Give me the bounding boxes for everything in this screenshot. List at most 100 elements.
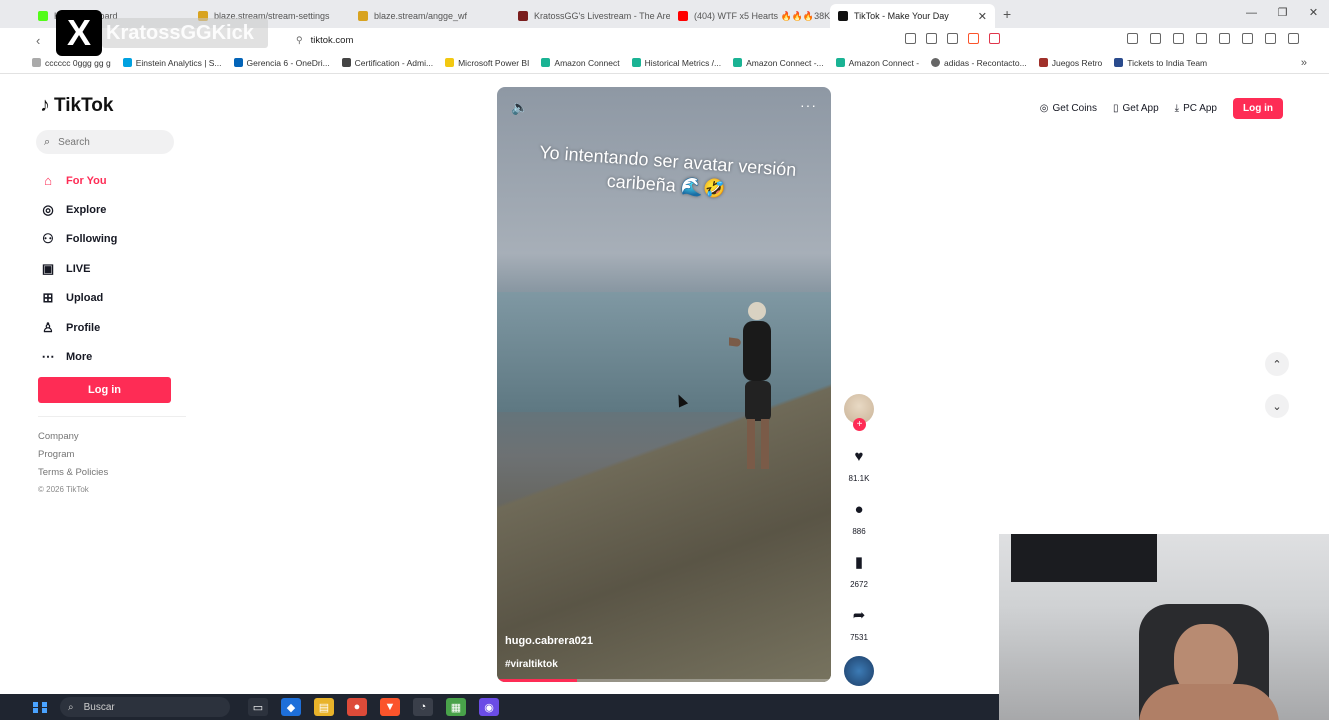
- cloud-icon: [541, 58, 551, 67]
- bookmark[interactable]: Certification - Admi...: [341, 58, 433, 68]
- back-arrow-icon[interactable]: ‹: [36, 33, 40, 48]
- search-box[interactable]: ⌕: [36, 130, 174, 154]
- video-author[interactable]: hugo.cabrera021: [505, 635, 593, 647]
- share-icon[interactable]: [947, 33, 958, 44]
- bookmark[interactable]: Amazon Connect -...: [733, 58, 824, 68]
- obs-icon[interactable]: ◔: [413, 698, 433, 716]
- bookmark-label: Amazon Connect: [554, 57, 620, 68]
- like-button[interactable]: ♥ 81.1K: [849, 448, 870, 483]
- bookmark[interactable]: Tickets to India Team: [1114, 58, 1207, 68]
- brave-shield-icon[interactable]: [968, 33, 979, 44]
- volume-icon[interactable]: 🔈: [511, 99, 528, 116]
- sidebar-item-upload[interactable]: ⊞ Upload: [40, 284, 117, 313]
- site-settings-icon[interactable]: ⚲: [296, 35, 303, 46]
- bookmark-label: Microsoft Power BI: [458, 57, 530, 68]
- edge-icon[interactable]: ◆: [281, 698, 301, 716]
- bookmark-label: adidas - Recontacto...: [944, 57, 1027, 68]
- file-explorer-icon[interactable]: ▤: [314, 698, 334, 716]
- share-button[interactable]: ➦ 7531: [850, 607, 868, 642]
- sidebar-item-following[interactable]: ⚇ Following: [40, 225, 117, 254]
- vpn-icon[interactable]: [1265, 33, 1276, 44]
- save-button[interactable]: ▮ 2672: [850, 554, 868, 589]
- browser-tab[interactable]: blaze.stream/angge_wf: [350, 4, 510, 28]
- comment-button[interactable]: ● 886: [850, 501, 868, 536]
- bookmark[interactable]: Historical Metrics /...: [631, 58, 721, 68]
- sidebar-login-button[interactable]: Log in: [38, 377, 171, 403]
- video-player[interactable]: Yo intentando ser avatar versión caribeñ…: [497, 87, 831, 682]
- salesforce-icon: [122, 58, 132, 67]
- browser-tab[interactable]: (404) WTF x5 Hearts 🔥🔥🔥38Kills U: [670, 4, 830, 28]
- sidebar-item-live[interactable]: ▣ LIVE: [40, 254, 117, 283]
- app-icon[interactable]: ◉: [479, 698, 499, 716]
- phone-icon: ▯: [1113, 103, 1119, 114]
- bookmark[interactable]: Microsoft Power BI: [445, 58, 529, 68]
- task-view-icon[interactable]: ▭: [248, 698, 268, 716]
- extension-icon[interactable]: [1150, 33, 1161, 44]
- onedrive-icon: [233, 58, 243, 67]
- extension-icon[interactable]: [1127, 33, 1138, 44]
- leo-icon[interactable]: [1242, 33, 1253, 44]
- chevron-down-icon: ⌄: [1272, 400, 1282, 413]
- header-login-button[interactable]: Log in: [1233, 98, 1283, 119]
- footer-link-program[interactable]: Program: [38, 449, 108, 467]
- tab-close-icon[interactable]: ✕: [978, 10, 987, 23]
- bookmark[interactable]: Gerencia 6 - OneDri...: [233, 58, 330, 68]
- new-tab-button[interactable]: +: [995, 6, 1019, 22]
- window-controls: — ❐ ✕: [1236, 0, 1329, 28]
- minimize-button[interactable]: —: [1236, 0, 1267, 28]
- windows-start-icon[interactable]: [30, 696, 52, 718]
- pc-app-button[interactable]: ⤓ PC App: [1175, 103, 1217, 114]
- brave-icon[interactable]: ▼: [380, 698, 400, 716]
- get-app-button[interactable]: ▯ Get App: [1113, 103, 1159, 114]
- chrome-icon[interactable]: ●: [347, 698, 367, 716]
- folder-icon: [32, 58, 41, 67]
- cast-icon[interactable]: [926, 33, 937, 44]
- maximize-button[interactable]: ❐: [1267, 0, 1298, 28]
- compass-icon: ◎: [42, 202, 54, 218]
- brave-rewards-icon[interactable]: [989, 33, 1000, 44]
- get-coins-button[interactable]: ◎ Get Coins: [1040, 103, 1097, 114]
- bookmark[interactable]: cccccc 0ggg gg g: [32, 58, 111, 68]
- sidebar-item-profile[interactable]: ♙ Profile: [40, 313, 117, 342]
- tiktok-logo[interactable]: ♪ TikTok: [40, 94, 113, 117]
- kick-icon: [38, 11, 48, 21]
- taskbar-search[interactable]: ⌕ Buscar: [60, 697, 230, 717]
- music-icon[interactable]: [1173, 33, 1184, 44]
- windows-taskbar: ⌕ Buscar ▭ ◆ ▤ ● ▼ ◔ ▦ ◉: [0, 694, 999, 720]
- music-disc-avatar[interactable]: [844, 656, 874, 686]
- close-window-button[interactable]: ✕: [1298, 0, 1329, 28]
- creator-avatar[interactable]: +: [844, 394, 874, 431]
- bookmark-label: Einstein Analytics | S...: [135, 57, 222, 68]
- more-options-icon[interactable]: ···: [800, 97, 817, 113]
- footer-link-terms[interactable]: Terms & Policies: [38, 467, 108, 485]
- more-icon: ⋯: [41, 349, 55, 365]
- bookmark[interactable]: Amazon Connect: [541, 57, 620, 68]
- menu-icon[interactable]: [1288, 33, 1299, 44]
- sidebar-item-for-you[interactable]: ⌂ For You: [40, 166, 117, 195]
- get-app-label: Get App: [1122, 103, 1159, 114]
- bookmark-label: Tickets to India Team: [1127, 57, 1208, 68]
- mute-icon[interactable]: [905, 33, 916, 44]
- browser-tab[interactable]: KratossGG's Livestream - The Arena: [510, 4, 670, 28]
- follow-plus-icon[interactable]: +: [853, 418, 866, 431]
- browser-tab-active[interactable]: TikTok - Make Your Day ✕: [830, 4, 995, 28]
- sidebar-icon[interactable]: [1196, 33, 1207, 44]
- sidebar-item-explore[interactable]: ◎ Explore: [40, 195, 117, 224]
- next-video-button[interactable]: ⌄: [1265, 394, 1289, 418]
- wallet-icon[interactable]: [1219, 33, 1230, 44]
- previous-video-button[interactable]: ⌃: [1265, 352, 1289, 376]
- sidebar-item-more[interactable]: ⋯ More: [40, 342, 117, 371]
- following-icon: ⚇: [42, 231, 54, 247]
- search-input[interactable]: [58, 136, 159, 148]
- footer-link-company[interactable]: Company: [38, 431, 108, 449]
- bookmark[interactable]: Amazon Connect -: [835, 58, 919, 68]
- app-icon[interactable]: ▦: [446, 698, 466, 716]
- bookmark[interactable]: Einstein Analytics | S...: [122, 57, 222, 68]
- video-progress-bar[interactable]: [497, 679, 831, 682]
- bookmark[interactable]: Juegos Retro: [1038, 58, 1102, 68]
- bookmarks-overflow-icon[interactable]: »: [1301, 57, 1307, 69]
- bookmark[interactable]: adidas - Recontacto...: [931, 58, 1027, 68]
- sidebar-footer: Company Program Terms & Policies © 2026 …: [38, 431, 108, 503]
- video-scene-person: [729, 302, 771, 469]
- video-hashtag[interactable]: #viraltiktok: [505, 659, 558, 670]
